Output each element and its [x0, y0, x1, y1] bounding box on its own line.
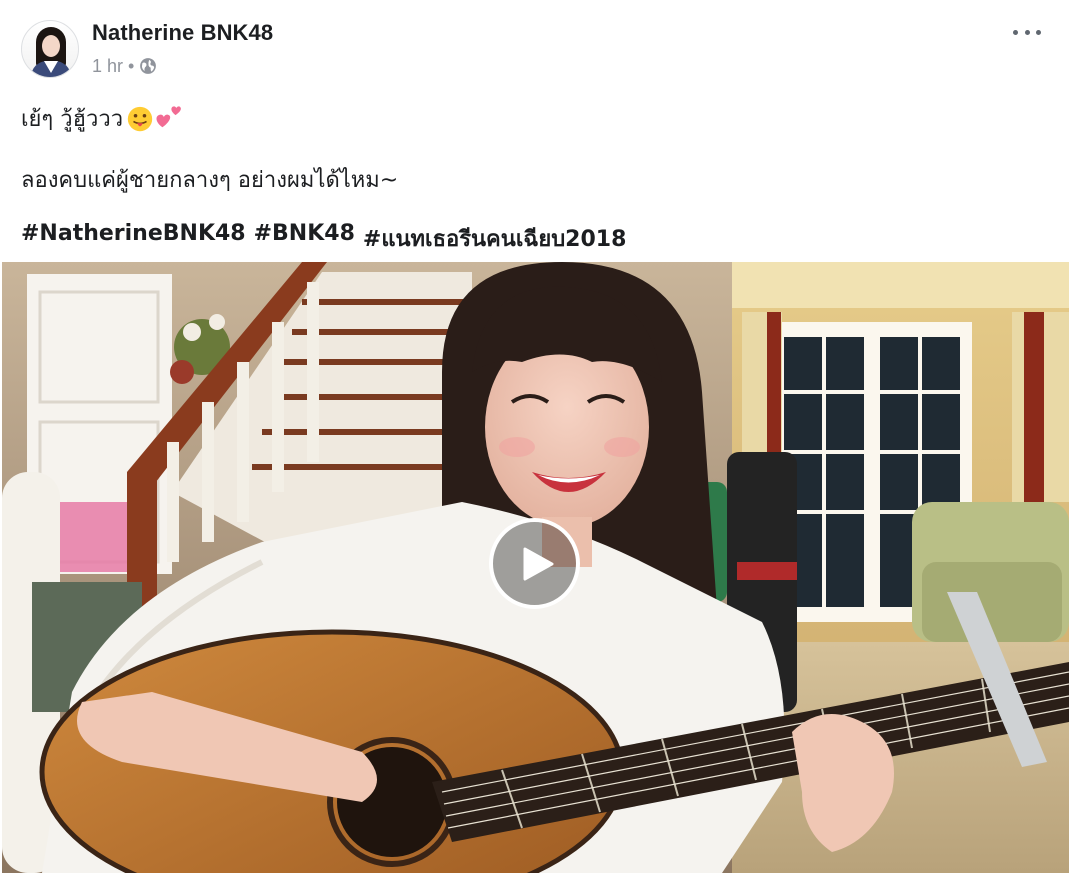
- author-avatar[interactable]: [21, 20, 79, 78]
- hashtag-natherinebnk48[interactable]: #NatherineBNK48: [21, 221, 246, 256]
- post-timestamp[interactable]: 1 hr: [92, 56, 123, 77]
- two-hearts-emoji: [156, 105, 181, 127]
- post-text-line2: ลองคบแค่ผู้ชายกลางๆ อย่างผมได้ไหม~: [21, 168, 399, 193]
- meta-separator: •: [128, 55, 135, 76]
- more-options-icon[interactable]: [1013, 22, 1041, 42]
- tongue-face-emoji: [127, 106, 153, 131]
- post-meta: 1 hr •: [92, 55, 157, 77]
- hashtag-bnk48[interactable]: #BNK48: [254, 221, 355, 256]
- hashtags: #NatherineBNK48 #BNK48 #แนทเธอรีนคนเฉียบ…: [21, 221, 626, 256]
- play-button[interactable]: [489, 518, 580, 609]
- author-name[interactable]: Natherine BNK48: [92, 20, 273, 46]
- hashtag-natherine-2018[interactable]: #แนทเธอรีนคนเฉียบ2018: [363, 221, 627, 256]
- post-text-line1: เย้ๆ วู้ฮู้ววว: [21, 101, 184, 136]
- video-player[interactable]: [2, 262, 1069, 873]
- post-card: Natherine BNK48 1 hr • เย้ๆ วู้ฮู้ววว ลอ…: [0, 0, 1069, 873]
- globe-icon[interactable]: [139, 57, 157, 75]
- play-icon: [523, 547, 553, 580]
- post-text-line1-content: เย้ๆ วู้ฮู้ววว: [21, 107, 124, 132]
